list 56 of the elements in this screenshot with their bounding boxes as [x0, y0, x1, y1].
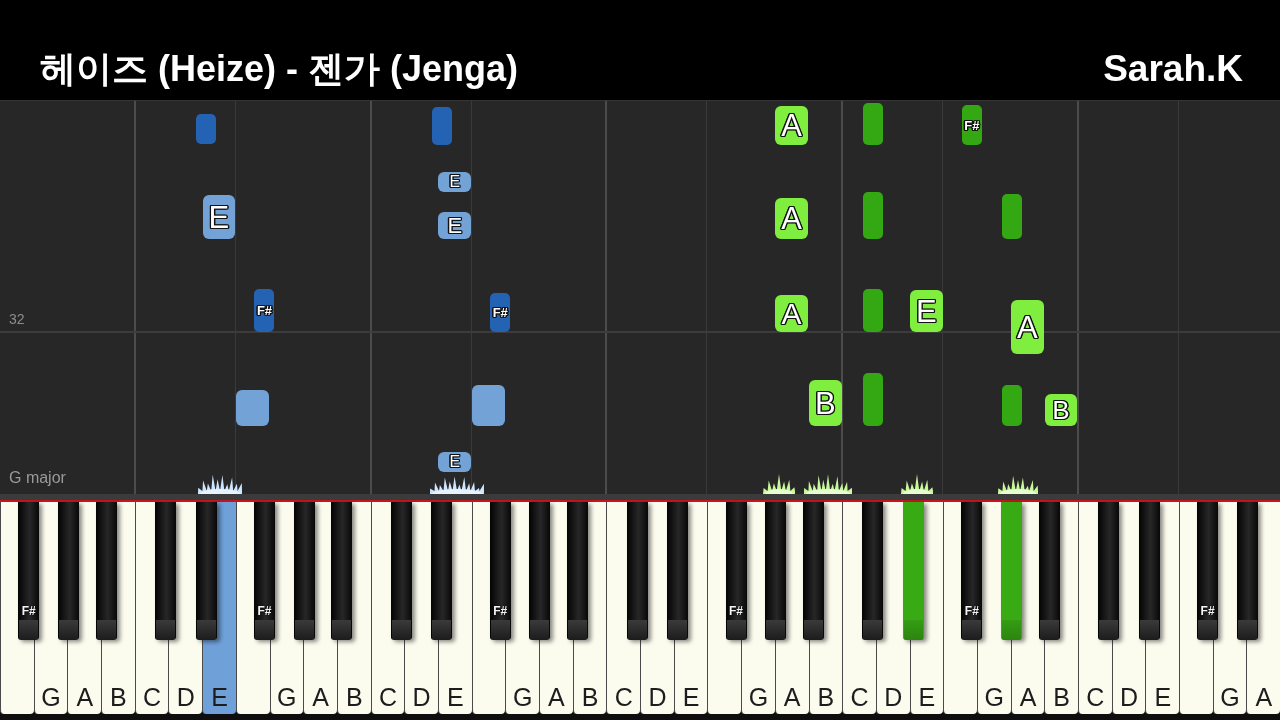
- note-block: B: [1044, 394, 1078, 426]
- key-label: G: [748, 683, 769, 711]
- key-label: D: [884, 683, 903, 711]
- key-label: F#: [21, 604, 36, 618]
- key-label: D: [648, 683, 667, 711]
- key-label: B: [581, 683, 599, 711]
- channel-name: Sarah.K: [1103, 47, 1243, 91]
- key-signature-label: G major: [9, 469, 66, 487]
- note-block: A: [775, 198, 808, 239]
- note-block: A: [775, 295, 808, 332]
- key-label: E: [211, 683, 228, 711]
- key-label: D: [412, 683, 431, 711]
- key-label: F#: [1200, 604, 1215, 618]
- note-block: F#: [254, 289, 275, 332]
- note-block: A: [775, 106, 808, 145]
- key-label: A: [1255, 683, 1273, 711]
- key-label: C: [1086, 683, 1105, 711]
- key-label: A: [548, 683, 565, 711]
- key-label: A: [76, 683, 94, 711]
- key-label: F#: [729, 604, 744, 618]
- key-label: E: [446, 683, 464, 711]
- note-block: A: [1011, 300, 1044, 354]
- note-block: E: [438, 172, 472, 192]
- key-label: F#: [964, 604, 979, 618]
- key-label: G: [512, 683, 533, 711]
- measure-number: 32: [9, 311, 25, 327]
- note-block: E: [202, 195, 236, 239]
- note-block: E: [438, 212, 472, 239]
- key-label: B: [817, 683, 835, 711]
- key-label: D: [1120, 683, 1139, 711]
- key-label: E: [918, 683, 936, 711]
- key-label: A: [783, 683, 801, 711]
- key-label: E: [1154, 683, 1172, 711]
- key-label: G: [984, 683, 1004, 711]
- key-label: A: [1019, 683, 1037, 711]
- key-label: C: [850, 683, 869, 711]
- key-label: B: [1053, 683, 1070, 711]
- key-label: G: [41, 683, 61, 711]
- song-title: 헤이즈 (Heize) - 젠가 (Jenga): [40, 47, 519, 91]
- note-block: E: [909, 290, 943, 332]
- key-label: D: [176, 683, 195, 711]
- key-label: B: [345, 683, 363, 711]
- key-label: C: [143, 683, 162, 711]
- note-block: F#: [490, 293, 511, 332]
- key-label: E: [682, 683, 700, 711]
- note-block: E: [438, 452, 472, 472]
- key-label: C: [378, 683, 397, 711]
- note-block: F#: [961, 105, 982, 145]
- key-label: F#: [257, 604, 272, 618]
- key-label: C: [614, 683, 633, 711]
- note-block: B: [808, 380, 842, 426]
- key-label: F#: [493, 604, 508, 618]
- key-label: G: [277, 683, 297, 711]
- key-label: G: [1220, 683, 1240, 711]
- key-label: B: [110, 683, 127, 711]
- key-label: A: [312, 683, 329, 711]
